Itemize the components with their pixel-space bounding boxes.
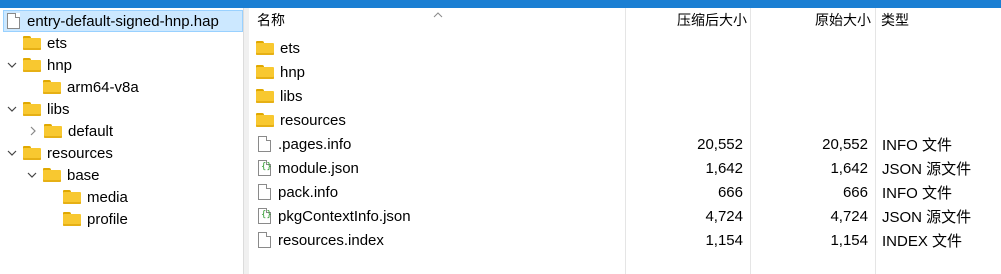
chevron-down-icon[interactable]	[5, 146, 19, 160]
column-header-original-size[interactable]: 原始大小	[753, 8, 871, 32]
folder-icon	[256, 65, 274, 79]
column-header-type[interactable]: 类型	[881, 8, 991, 32]
tree-item-label: media	[87, 188, 128, 206]
compressed-size: 4,724	[705, 207, 743, 225]
tree-item-label: profile	[87, 210, 128, 228]
tree-item-label: base	[67, 166, 100, 184]
tree-item-base[interactable]: base	[25, 164, 100, 186]
file-icon	[258, 136, 271, 152]
compressed-size: 666	[717, 183, 743, 201]
list-item-hnp[interactable]: hnp	[249, 60, 1001, 84]
file-name: .pages.info	[278, 135, 352, 153]
tree-item-resources[interactable]: resources	[5, 142, 113, 164]
file-list[interactable]: 名称 压缩后大小 原始大小 类型 ets hnp libs resources	[249, 8, 1001, 274]
folder-icon	[23, 36, 41, 50]
file-icon	[258, 232, 271, 248]
file-type: INFO 文件	[882, 184, 952, 202]
compressed-size: 1,154	[705, 231, 743, 249]
folder-icon	[63, 212, 81, 226]
tree-item-label: default	[68, 122, 114, 140]
list-item-pages-info[interactable]: .pages.info 20,552 20,552 INFO 文件	[249, 132, 1001, 156]
list-item-libs[interactable]: libs	[249, 84, 1001, 108]
tree-item-label: libs	[47, 100, 70, 118]
tree-item-label: hnp	[47, 56, 73, 74]
tree-item-hnp[interactable]: hnp	[5, 54, 72, 76]
compressed-size: 1,642	[705, 159, 743, 177]
folder-icon	[43, 80, 61, 94]
file-type: JSON 源文件	[882, 160, 972, 178]
window-top-bar	[0, 0, 1001, 8]
folder-icon	[23, 146, 41, 160]
file-name: libs	[280, 87, 303, 105]
file-type: JSON 源文件	[882, 208, 972, 226]
chevron-down-icon[interactable]	[25, 168, 39, 182]
json-file-icon: {}	[258, 160, 272, 176]
file-name: resources	[280, 111, 346, 129]
tree-item-media[interactable]: media	[63, 186, 128, 208]
tree-item-default[interactable]: default	[26, 120, 113, 142]
tree-item-label: entry-default-signed-hnp.hap	[27, 12, 219, 30]
folder-icon	[23, 58, 41, 72]
folder-icon	[256, 89, 274, 103]
original-size: 4,724	[830, 207, 868, 225]
file-name: ets	[280, 39, 301, 57]
original-size: 666	[842, 183, 868, 201]
list-item-pkgcontextinfo-json[interactable]: {} pkgContextInfo.json 4,724 4,724 JSON …	[249, 204, 1001, 228]
list-item-ets[interactable]: ets	[249, 36, 1001, 60]
folder-icon	[63, 190, 81, 204]
file-type: INFO 文件	[882, 136, 952, 154]
list-item-resources[interactable]: resources	[249, 108, 1001, 132]
folder-icon	[23, 102, 41, 116]
chevron-right-icon[interactable]	[26, 124, 40, 138]
tree-item-label: arm64-v8a	[67, 78, 139, 96]
column-header-compressed-size[interactable]: 压缩后大小	[629, 8, 747, 32]
file-icon	[7, 13, 20, 29]
folder-icon	[256, 41, 274, 55]
original-size: 20,552	[822, 135, 868, 153]
file-name: hnp	[280, 63, 306, 81]
folder-icon	[43, 168, 61, 182]
tree-item-arm64-v8a[interactable]: arm64-v8a	[43, 76, 139, 98]
file-name: module.json	[278, 159, 359, 177]
sort-ascending-icon	[433, 6, 443, 23]
chevron-down-icon[interactable]	[5, 102, 19, 116]
folder-icon	[44, 124, 62, 138]
file-icon	[258, 184, 271, 200]
original-size: 1,642	[830, 159, 868, 177]
list-item-module-json[interactable]: {} module.json 1,642 1,642 JSON 源文件	[249, 156, 1001, 180]
list-item-pack-info[interactable]: pack.info 666 666 INFO 文件	[249, 180, 1001, 204]
folder-icon	[256, 113, 274, 127]
tree-item-profile[interactable]: profile	[63, 208, 128, 230]
json-file-icon: {}	[258, 208, 272, 224]
tree-item-root[interactable]: entry-default-signed-hnp.hap	[3, 10, 243, 32]
original-size: 1,154	[830, 231, 868, 249]
tree-item-label: ets	[47, 34, 68, 52]
compressed-size: 20,552	[697, 135, 743, 153]
file-type: INDEX 文件	[882, 232, 963, 250]
tree-item-ets[interactable]: ets	[23, 32, 67, 54]
file-name: pkgContextInfo.json	[278, 207, 411, 225]
folder-tree[interactable]: entry-default-signed-hnp.hap ets hnp arm…	[0, 8, 243, 274]
tree-item-label: resources	[47, 144, 113, 162]
file-name: pack.info	[278, 183, 339, 201]
tree-item-libs[interactable]: libs	[5, 98, 70, 120]
chevron-down-icon[interactable]	[5, 58, 19, 72]
list-item-resources-index[interactable]: resources.index 1,154 1,154 INDEX 文件	[249, 228, 1001, 252]
file-name: resources.index	[278, 231, 384, 249]
